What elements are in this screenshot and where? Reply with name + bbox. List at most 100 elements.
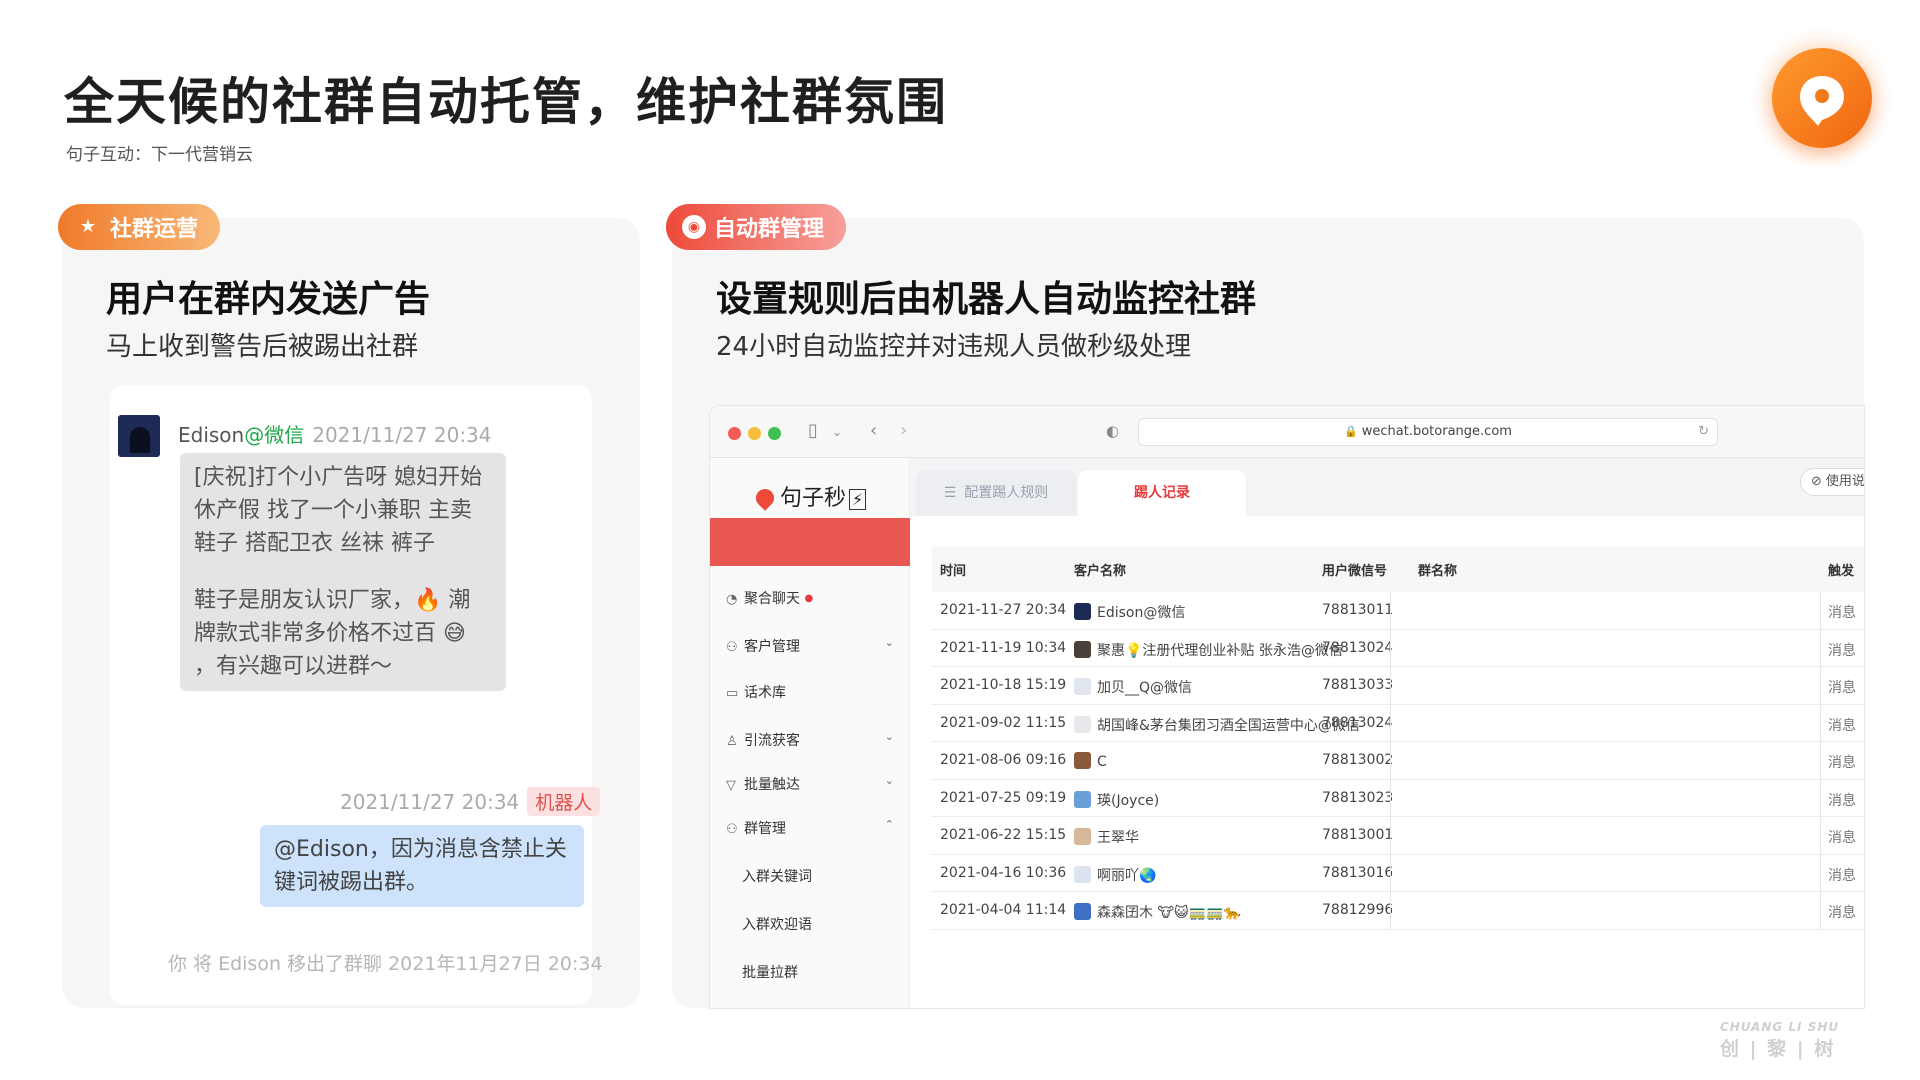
message-text-2: 鞋子是朋友认识厂家，🔥 潮牌款式非常多价格不过百 😅 ，有兴趣可以进群～ bbox=[194, 588, 471, 679]
sidebar-item-acquisition[interactable]: ♙ 引流获客 ⌄ bbox=[710, 730, 910, 750]
bot-time: 2021/11/27 20:34 bbox=[340, 790, 520, 814]
column-header-group: 群名称 bbox=[1418, 564, 1458, 579]
column-divider bbox=[1390, 667, 1391, 705]
app-name: 句子秒 bbox=[780, 486, 847, 511]
customer-name: Edison@微信 bbox=[1097, 605, 1186, 621]
column-header-trigger: 触发 bbox=[1828, 564, 1855, 579]
cell-time: 2021-08-06 09:16 bbox=[940, 752, 1066, 768]
cell-trigger: 消息 bbox=[1828, 905, 1856, 921]
cell-trigger: 消息 bbox=[1828, 642, 1856, 659]
chevron-up-icon: ⌃ bbox=[884, 818, 894, 831]
column-divider bbox=[1820, 854, 1821, 892]
cell-time: 2021-10-18 15:19 bbox=[940, 677, 1066, 693]
close-window-button[interactable] bbox=[728, 427, 741, 440]
browser-toolbar: ▯ ⌄ ‹ › ◐ 🔒 wechat.botorange.com ↻ bbox=[710, 406, 1864, 458]
cell-time: 2021-06-22 15:15 bbox=[940, 827, 1066, 843]
column-divider bbox=[1820, 592, 1821, 630]
sidebar-subitem-bulk-invite[interactable]: 批量拉群 bbox=[742, 962, 798, 982]
chevron-down-icon[interactable]: ⌄ bbox=[832, 425, 842, 439]
star-icon: ★ bbox=[79, 216, 97, 237]
column-divider bbox=[1390, 892, 1391, 930]
tab-kick-records[interactable]: 踢人记录 bbox=[1078, 470, 1246, 516]
users-icon: ⚇ bbox=[726, 640, 738, 655]
column-divider bbox=[1390, 629, 1391, 667]
chat-window: Edison@微信 2021/11/27 20:34 [庆祝]打个小广告呀 媳妇开… bbox=[110, 385, 603, 1005]
back-icon[interactable]: ‹ bbox=[870, 420, 877, 441]
tab-kick-rules[interactable]: ☰ 配置踢人规则 bbox=[916, 470, 1076, 516]
robot-icon: ◉ bbox=[682, 215, 706, 239]
sidebar-item-bulk-reach[interactable]: ▽ 批量触达 ⌄ bbox=[710, 774, 910, 794]
cell-time: 2021-11-27 20:34 bbox=[940, 602, 1066, 618]
table-row[interactable]: 2021-09-02 11:15 胡国峰&茅台集团习酒全国运营中心@微信 78813… bbox=[932, 704, 1864, 742]
forward-icon[interactable]: › bbox=[900, 420, 907, 441]
shield-icon[interactable]: ◐ bbox=[1106, 422, 1119, 440]
cell-time: 2021-11-19 10:34 bbox=[940, 639, 1066, 656]
chevron-down-icon: ⌄ bbox=[884, 774, 894, 787]
active-nav-highlight bbox=[710, 518, 910, 566]
sidebar-item-label: 群管理 bbox=[744, 821, 786, 837]
sidebar-item-customers[interactable]: ⚇ 客户管理 ⌄ bbox=[710, 636, 910, 656]
cell-wechat-id: 788130336 bbox=[1322, 677, 1392, 693]
minimize-window-button[interactable] bbox=[748, 427, 761, 440]
table-row[interactable]: 2021-04-04 11:14 森森囝木 🐮😺🚃🚃🐆 788129961 消息 bbox=[932, 892, 1864, 930]
cell-time: 2021-09-02 11:15 bbox=[940, 714, 1066, 731]
logo-mark-icon: ⚡ bbox=[849, 489, 867, 510]
table-row[interactable]: 2021-11-19 10:34 聚惠💡注册代理创业补贴 张永浩@微信 788130… bbox=[932, 629, 1864, 667]
sidebar-subitem-join-keywords[interactable]: 入群关键词 bbox=[742, 866, 812, 886]
cell-trigger: 消息 bbox=[1828, 605, 1856, 621]
sidebar-item-chat[interactable]: ◔ 聚合聊天 ● bbox=[710, 588, 910, 608]
cell-wechat-id: 788130231 bbox=[1322, 789, 1392, 806]
column-divider bbox=[1390, 817, 1391, 855]
table-header bbox=[932, 546, 1864, 592]
column-header-wechat-id: 用户微信号 bbox=[1322, 564, 1388, 579]
reload-icon[interactable]: ↻ bbox=[1698, 419, 1709, 445]
column-divider bbox=[1820, 892, 1821, 930]
sidebar-item-scripts[interactable]: ▭ 话术库 bbox=[710, 682, 910, 702]
help-icon: ⊘ bbox=[1811, 474, 1822, 489]
cell-trigger: 消息 bbox=[1828, 792, 1856, 809]
url-text: wechat.botorange.com bbox=[1361, 424, 1512, 439]
watermark-en: CHUANG LI SHU bbox=[1720, 1020, 1840, 1034]
message-header: Edison@微信 2021/11/27 20:34 bbox=[178, 419, 492, 448]
table-row[interactable]: 2021-04-16 10:36 啊丽吖🌏 788130166 消息 bbox=[932, 854, 1864, 892]
column-divider bbox=[1820, 704, 1821, 742]
column-header-time: 时间 bbox=[940, 564, 967, 579]
left-card-subtitle: 马上收到警告后被踢出社群 bbox=[106, 332, 419, 362]
cell-wechat-id: 788129961 bbox=[1322, 902, 1392, 918]
customer-name: C bbox=[1097, 754, 1107, 770]
tab-label: 配置踢人规则 bbox=[964, 485, 1049, 501]
cell-wechat-id: 788130166 bbox=[1322, 864, 1392, 881]
cell-time: 2021-04-04 11:14 bbox=[940, 902, 1066, 918]
sidebar-item-group-management[interactable]: ⚇ 群管理 ⌃ bbox=[710, 818, 910, 838]
avatar bbox=[1074, 678, 1091, 695]
system-notice: 你 将 Edison 移出了群聊 2021年11月27日 20:34 bbox=[168, 953, 603, 975]
table-row[interactable]: 2021-07-25 09:19 瑛(Joyce) 788130231 消息 bbox=[932, 779, 1864, 817]
cell-wechat-id: 788130018 bbox=[1322, 827, 1392, 843]
chevron-down-icon: ⌄ bbox=[884, 636, 894, 649]
column-divider bbox=[1820, 817, 1821, 855]
usage-guide-button[interactable]: ⊘ 使用说 bbox=[1800, 468, 1864, 496]
app-logo: 句子秒 ⚡ bbox=[752, 480, 867, 512]
sidebar-subitem-welcome-message[interactable]: 入群欢迎语 bbox=[742, 914, 812, 934]
avatar bbox=[1074, 828, 1091, 845]
table-row[interactable]: 2021-08-06 09:16 C 788130023 消息 bbox=[932, 742, 1864, 780]
table-row[interactable]: 2021-06-22 15:15 王翠华 788130018 消息 bbox=[932, 817, 1864, 855]
sender-name: Edison bbox=[178, 423, 245, 447]
maximize-window-button[interactable] bbox=[768, 427, 781, 440]
sidebar-toggle-icon[interactable]: ▯ bbox=[808, 420, 818, 441]
column-divider bbox=[1820, 667, 1821, 705]
unread-dot: ● bbox=[804, 593, 814, 604]
cell-wechat-id: 788130023 bbox=[1322, 752, 1392, 768]
location-pin-icon bbox=[752, 485, 778, 511]
avatar bbox=[1074, 752, 1091, 769]
brand-logo-icon bbox=[1772, 48, 1872, 148]
user-message-bubble: [庆祝]打个小广告呀 媳妇开始休产假 找了一个小兼职 主卖鞋子 搭配卫衣 丝袜 … bbox=[180, 453, 506, 691]
user-icon: ♙ bbox=[726, 734, 738, 749]
sidebar-item-label: 客户管理 bbox=[744, 639, 800, 655]
table-row[interactable]: 2021-11-27 20:34 Edison@微信 788130115 消息 bbox=[932, 592, 1864, 630]
table-row[interactable]: 2021-10-18 15:19 加贝__Q@微信 788130336 消息 bbox=[932, 667, 1864, 705]
sender-suffix: @微信 bbox=[244, 423, 305, 447]
robot-badge: 机器人 bbox=[527, 787, 601, 816]
column-header-customer: 客户名称 bbox=[1074, 564, 1127, 579]
url-bar[interactable]: 🔒 wechat.botorange.com ↻ bbox=[1138, 418, 1718, 446]
